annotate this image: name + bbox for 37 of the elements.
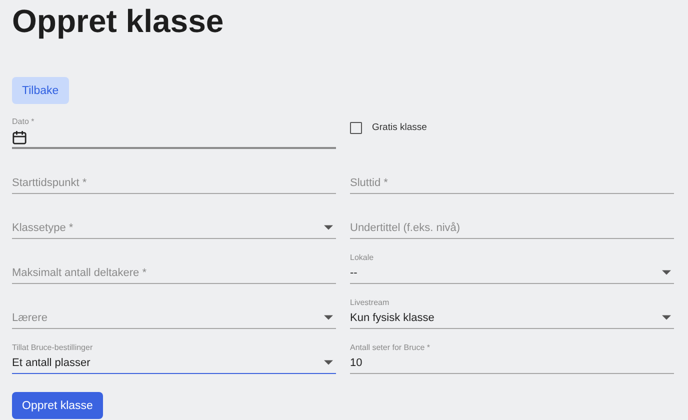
field-label: Undertittel (f.eks. nivå) bbox=[350, 222, 460, 234]
field-label: Sluttid * bbox=[350, 177, 388, 189]
field-label: Starttidspunkt * bbox=[12, 177, 87, 189]
select-field[interactable]: Klassetype * bbox=[12, 204, 336, 239]
field-label: Dato * bbox=[12, 117, 36, 127]
field-value: -- bbox=[350, 267, 358, 279]
input-field[interactable]: Undertittel (f.eks. nivå) bbox=[350, 204, 674, 239]
input-field[interactable]: Starttidspunkt * bbox=[12, 159, 336, 194]
field-label: Tillat Bruce-bestillinger bbox=[12, 343, 94, 353]
caret-icon bbox=[324, 225, 333, 230]
date-field[interactable]: Dato * bbox=[12, 112, 336, 149]
field-label: Maksimalt antall deltakere * bbox=[12, 267, 147, 279]
checkbox-label: Gratis klasse bbox=[372, 122, 427, 133]
field-label: Lokale bbox=[350, 253, 375, 263]
field-label: Antall seter for Bruce * bbox=[350, 343, 432, 353]
select-field[interactable]: Tillat Bruce-bestillinger Et antall plasser bbox=[12, 339, 336, 374]
field-label: Livestream bbox=[350, 298, 390, 308]
back-button[interactable]: Tilbake bbox=[12, 77, 69, 104]
calendar-icon bbox=[12, 130, 27, 144]
field-label: Lærere bbox=[12, 312, 48, 324]
select-field[interactable]: Lærere bbox=[12, 294, 336, 329]
field-value: Et antall plasser bbox=[12, 357, 90, 369]
page-title: Oppret klasse bbox=[12, 2, 225, 39]
field-value: Kun fysisk klasse bbox=[350, 312, 434, 324]
input-field[interactable]: Maksimalt antall deltakere * bbox=[12, 249, 336, 284]
create-class-button[interactable]: Oppret klasse bbox=[12, 392, 103, 419]
caret-icon bbox=[662, 270, 671, 275]
select-field[interactable]: Livestream Kun fysisk klasse bbox=[350, 294, 674, 329]
select-field[interactable]: Lokale -- bbox=[350, 249, 674, 284]
field-value: 10 bbox=[350, 357, 362, 369]
input-field[interactable]: Antall seter for Bruce * 10 bbox=[350, 339, 674, 374]
caret-icon bbox=[662, 315, 671, 320]
caret-icon bbox=[324, 360, 333, 365]
checkbox[interactable] bbox=[350, 122, 362, 134]
field-label: Klassetype * bbox=[12, 222, 74, 234]
caret-icon bbox=[324, 315, 333, 320]
input-field[interactable]: Sluttid * bbox=[350, 159, 674, 194]
